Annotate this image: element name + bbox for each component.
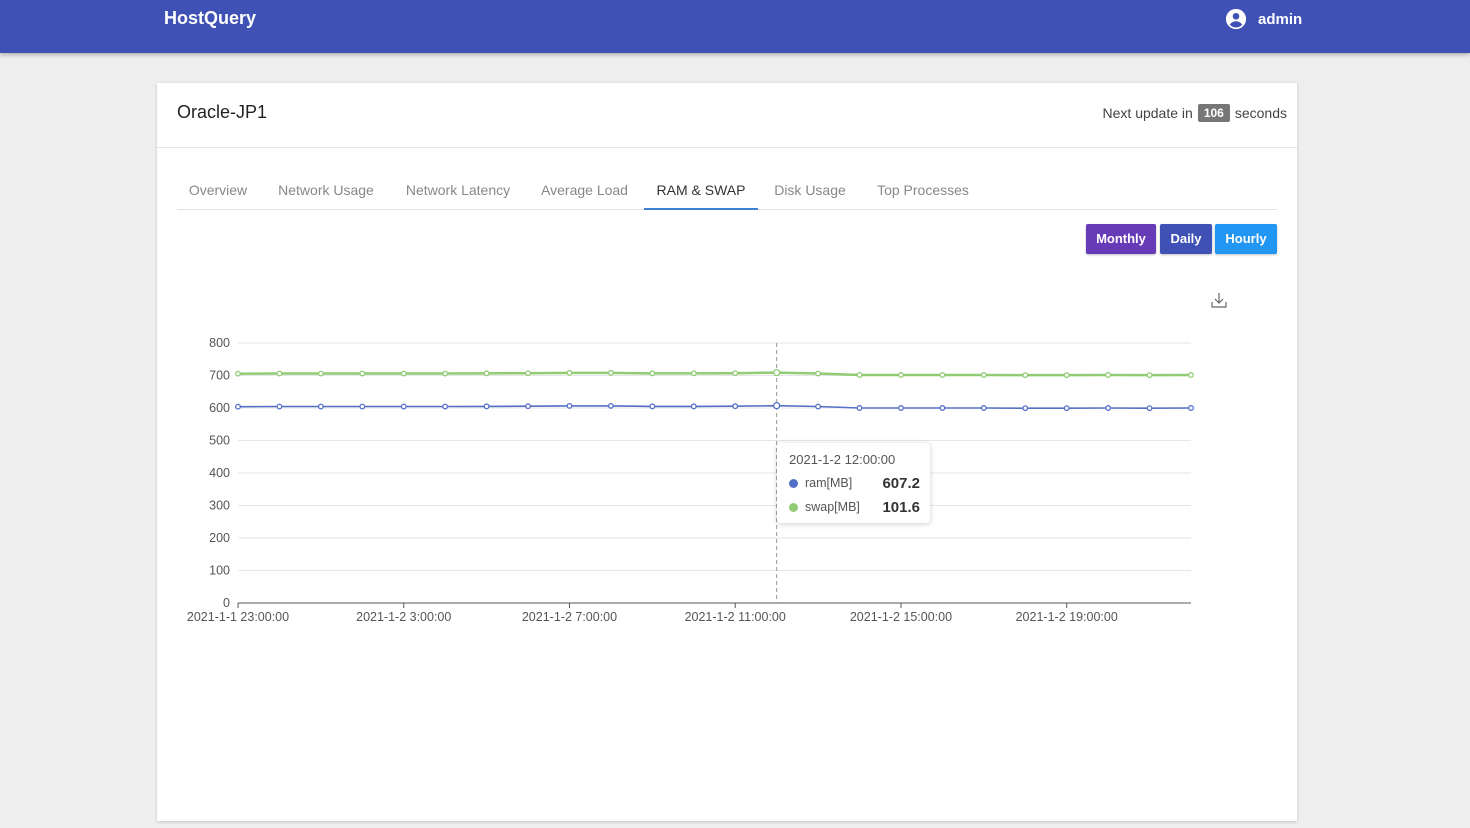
data-point-ram [1188, 405, 1194, 411]
account-circle-icon [1225, 8, 1247, 30]
chart-tooltip: 2021-1-2 12:00:00 ram[MB] 607.2 swap[MB]… [777, 443, 930, 523]
data-point-swap [690, 370, 697, 377]
data-point-swap [1146, 372, 1153, 379]
tooltip-title: 2021-1-2 12:00:00 [789, 452, 896, 467]
data-point-ram [856, 405, 863, 411]
data-point-swap [898, 372, 904, 378]
data-point-ram [400, 403, 407, 410]
username-label: admin [1258, 10, 1303, 28]
data-point-ram [1063, 405, 1070, 412]
data-point-swap [607, 369, 614, 376]
data-point-ram [1022, 405, 1029, 412]
data-point-swap [649, 370, 656, 377]
data-point-swap [276, 370, 283, 377]
tooltip-row-swap: swap[MB] 101.6 [789, 498, 920, 516]
y-tick-label: 200 [209, 531, 230, 545]
x-tick-label: 2021-1-2 7:00:00 [522, 610, 617, 624]
y-tick-label: 600 [209, 401, 230, 415]
data-point-swap [359, 370, 366, 377]
x-tick-label: 2021-1-2 19:00:00 [1016, 610, 1118, 624]
y-tick-label: 300 [209, 499, 230, 513]
user-menu[interactable]: admin [1225, 8, 1302, 30]
brand-link[interactable]: HostQuery [164, 8, 256, 29]
data-point-ram [276, 403, 283, 410]
tooltip-swap-name: swap[MB] [805, 500, 860, 514]
data-point-ram [732, 403, 739, 410]
data-point-swap [442, 370, 449, 377]
data-point-ram [898, 405, 904, 411]
data-point-ram [566, 402, 573, 409]
y-tick-label: 500 [209, 434, 230, 448]
data-point-swap [1022, 372, 1029, 379]
data-point-swap [400, 370, 407, 377]
y-tick-label: 100 [209, 564, 230, 578]
top-app-bar: HostQuery admin [0, 0, 1470, 53]
data-point-ram [442, 403, 449, 410]
data-point-swap [235, 370, 241, 377]
data-point-ram [939, 405, 946, 411]
data-point-swap [815, 370, 822, 377]
data-point-swap [732, 370, 739, 377]
x-tick-label: 2021-1-2 11:00:00 [685, 610, 786, 624]
data-point-swap [1063, 372, 1070, 379]
data-point-ram [525, 403, 531, 410]
data-point-ram [1146, 405, 1153, 412]
host-card: Oracle-JP1 Next update in 106 seconds Ov… [157, 83, 1297, 821]
y-tick-label: 800 [209, 336, 230, 350]
data-point-swap [980, 372, 987, 378]
data-point-ram [773, 402, 781, 410]
data-point-swap [317, 370, 324, 377]
y-tick-label: 400 [209, 466, 230, 480]
data-point-ram [607, 402, 614, 409]
data-point-swap [525, 370, 531, 377]
data-point-ram [235, 403, 241, 410]
ram-swap-chart: 0 100 200 300 400 500 600 700 800 2021-1-1 23:00:… [187, 336, 1194, 624]
ram-legend-dot [789, 478, 798, 488]
x-tick-label: 2021-1-1 23:00:00 [187, 610, 289, 624]
tooltip-ram-name: ram[MB] [805, 476, 853, 490]
y-tick-label: 700 [209, 369, 230, 383]
data-point-swap [483, 370, 490, 377]
series-line-swap [237, 371, 1192, 377]
x-tick-label: 2021-1-2 15:00:00 [850, 610, 952, 624]
tooltip-ram-value: 607.2 [882, 474, 920, 492]
data-point-ram [359, 403, 366, 410]
data-point-swap [1188, 372, 1194, 378]
data-point-ram [1105, 405, 1112, 411]
data-point-swap [856, 372, 863, 378]
data-point-swap [566, 369, 573, 376]
data-point-ram [690, 403, 697, 410]
data-point-ram [815, 403, 822, 410]
tooltip-row-ram: ram[MB] 607.2 [789, 474, 920, 492]
data-point-swap [939, 372, 946, 378]
y-tick-label: 0 [223, 596, 230, 610]
swap-legend-dot [789, 502, 798, 512]
x-tick-label: 2021-1-2 3:00:00 [356, 610, 451, 624]
data-point-swap [773, 368, 781, 377]
data-point-ram [649, 403, 656, 410]
data-point-ram [483, 403, 490, 410]
data-point-ram [317, 403, 324, 410]
data-point-ram [980, 405, 987, 411]
tooltip-swap-value: 101.6 [882, 498, 920, 516]
data-point-swap [1105, 372, 1112, 378]
